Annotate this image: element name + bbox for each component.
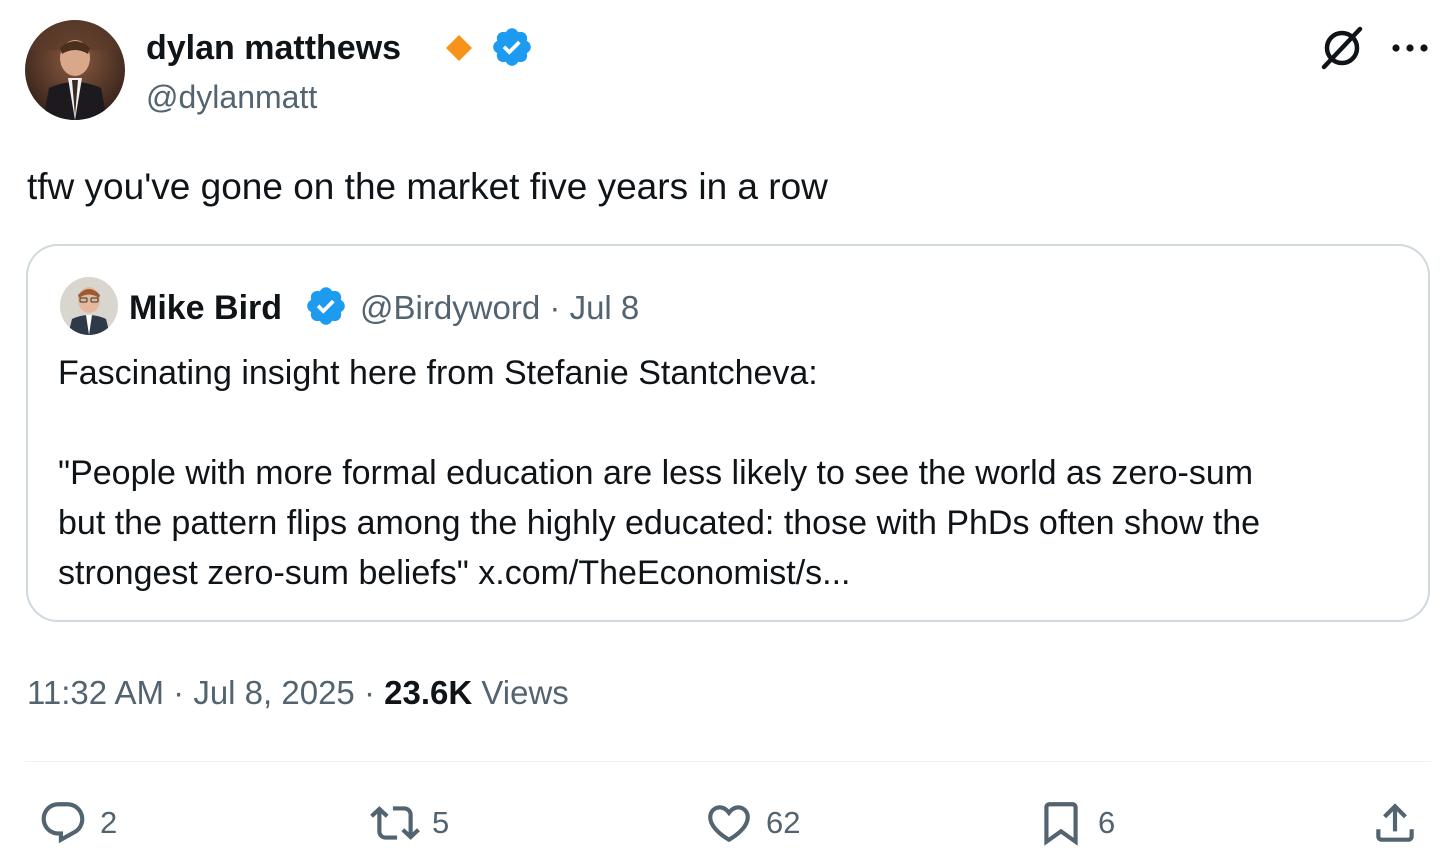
- views-label: Views: [481, 674, 569, 711]
- grok-icon[interactable]: [1318, 24, 1366, 72]
- quoted-text-line: but the pattern flips among the highly e…: [58, 504, 1261, 542]
- meta-separator: ·: [549, 289, 561, 326]
- quoted-author-avatar[interactable]: [60, 277, 118, 335]
- repost-button[interactable]: 5: [370, 795, 449, 851]
- more-options-icon[interactable]: [1388, 28, 1432, 68]
- verified-badge-icon: [307, 287, 345, 325]
- avatar-photo: [25, 20, 125, 120]
- reply-button[interactable]: 2: [38, 795, 117, 851]
- repost-count: 5: [432, 805, 450, 840]
- tweet-meta-row: 11:32 AM · Jul 8, 2025 · 23.6K Views: [27, 670, 569, 716]
- quoted-text-line: Fascinating insight here from Stefanie S…: [58, 354, 818, 392]
- tweet-time[interactable]: 11:32 AM: [27, 674, 164, 711]
- tweet-text: tfw you've gone on the market five years…: [27, 166, 828, 207]
- share-button[interactable]: [1370, 795, 1420, 851]
- bookmark-count: 6: [1098, 805, 1116, 840]
- meta-separator: ·: [363, 674, 375, 711]
- repost-icon: [370, 806, 420, 840]
- tweet-date[interactable]: Jul 8, 2025: [193, 674, 354, 711]
- bookmark-icon: [1044, 802, 1078, 846]
- like-button[interactable]: 62: [704, 795, 800, 851]
- reply-count: 2: [100, 805, 118, 840]
- heart-icon: [708, 805, 750, 843]
- author-name[interactable]: dylan matthews: [146, 26, 401, 70]
- avatar-photo: [60, 277, 118, 335]
- quoted-tweet-text: Fascinating insight here from Stefanie S…: [58, 348, 1408, 598]
- like-count: 62: [766, 805, 801, 840]
- quoted-tweet-card[interactable]: Mike Bird @Birdyword · Jul 8 Fascinating…: [26, 244, 1430, 622]
- quoted-tweet-date[interactable]: Jul 8: [570, 289, 640, 326]
- bookmark-button[interactable]: 6: [1036, 795, 1115, 851]
- divider: [25, 761, 1431, 762]
- quoted-author-meta: @Birdyword · Jul 8: [360, 286, 639, 330]
- author-handle[interactable]: @dylanmatt: [146, 76, 317, 118]
- quoted-text-line: "People with more formal education are l…: [58, 454, 1254, 492]
- author-avatar[interactable]: [25, 20, 125, 120]
- diamond-badge-icon: [446, 35, 472, 61]
- quoted-author-handle[interactable]: @Birdyword: [360, 289, 540, 326]
- meta-separator: ·: [173, 674, 185, 711]
- views-count: 23.6K: [384, 674, 473, 711]
- quoted-text-line-last: strongest zero-sum beliefs" x.com/TheEco…: [58, 548, 1408, 598]
- share-icon: [1376, 803, 1414, 842]
- quoted-text-fragment: strongest zero-sum beliefs": [58, 554, 469, 592]
- verified-badge-icon[interactable]: [490, 25, 534, 69]
- reply-icon: [41, 802, 85, 844]
- quoted-tweet-link[interactable]: x.com/TheEconomist/s...: [478, 554, 850, 592]
- quoted-author-name[interactable]: Mike Bird: [129, 286, 282, 330]
